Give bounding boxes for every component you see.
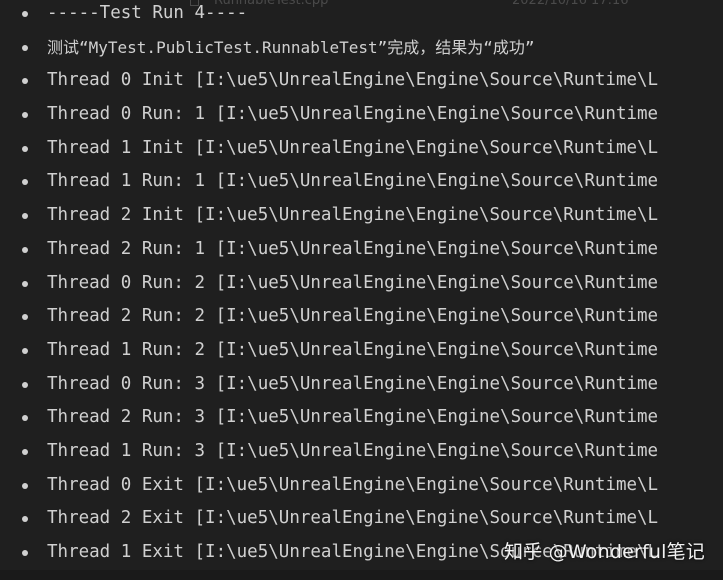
bullet-icon <box>22 381 28 388</box>
watermark: 知乎 @Wonderful笔记 <box>504 541 705 563</box>
log-line-text: Thread 2 Run: 3 [I:\ue5\UnrealEngine\Eng… <box>47 407 659 428</box>
log-line: 测试“MyTest.PublicTest.RunnableTest”完成，结果为… <box>0 31 723 65</box>
log-line: Thread 2 Run: 2 [I:\ue5\UnrealEngine\Eng… <box>0 300 723 334</box>
log-line-text: Thread 0 Init [I:\ue5\UnrealEngine\Engin… <box>47 70 659 91</box>
log-line-text: Thread 2 Exit [I:\ue5\UnrealEngine\Engin… <box>47 508 659 529</box>
log-line-text: Thread 0 Run: 3 [I:\ue5\UnrealEngine\Eng… <box>47 373 659 394</box>
bullet-icon <box>22 448 28 455</box>
log-line: Thread 1 Init [I:\ue5\UnrealEngine\Engin… <box>0 132 723 166</box>
log-line-text: Thread 1 Run: 3 [I:\ue5\UnrealEngine\Eng… <box>47 440 659 461</box>
log-line-text: Thread 0 Run: 2 [I:\ue5\UnrealEngine\Eng… <box>47 272 659 293</box>
log-line: Thread 2 Run: 3 [I:\ue5\UnrealEngine\Eng… <box>0 401 723 435</box>
log-list: -----Test Run 4---- 测试“MyTest.PublicTest… <box>0 0 723 570</box>
log-line: Thread 0 Init [I:\ue5\UnrealEngine\Engin… <box>0 64 723 98</box>
bullet-icon <box>22 516 28 523</box>
log-line: Thread 1 Run: 3 [I:\ue5\UnrealEngine\Eng… <box>0 435 723 469</box>
bullet-icon <box>22 550 28 556</box>
log-line-text: Thread 0 Run: 1 [I:\ue5\UnrealEngine\Eng… <box>47 104 659 125</box>
log-line-text: 测试“MyTest.PublicTest.RunnableTest”完成，结果为… <box>47 37 535 57</box>
log-line: Thread 2 Init [I:\ue5\UnrealEngine\Engin… <box>0 199 723 233</box>
log-line: Thread 2 Exit [I:\ue5\UnrealEngine\Engin… <box>0 502 723 536</box>
log-line-text: Thread 2 Run: 1 [I:\ue5\UnrealEngine\Eng… <box>47 238 659 259</box>
bullet-icon <box>22 112 28 119</box>
bullet-icon <box>22 415 28 422</box>
log-line-text: Thread 2 Run: 2 [I:\ue5\UnrealEngine\Eng… <box>47 306 659 327</box>
log-line: Thread 1 Run: 1 [I:\ue5\UnrealEngine\Eng… <box>0 165 723 199</box>
bullet-icon <box>22 145 28 152</box>
log-line-text: Thread 1 Run: 2 [I:\ue5\UnrealEngine\Eng… <box>47 339 659 360</box>
bullet-icon <box>22 179 28 186</box>
log-line-text: Thread 1 Run: 1 [I:\ue5\UnrealEngine\Eng… <box>47 171 659 192</box>
log-line-text: Thread 2 Init [I:\ue5\UnrealEngine\Engin… <box>47 205 659 226</box>
log-line: Thread 0 Run: 1 [I:\ue5\UnrealEngine\Eng… <box>0 98 723 132</box>
log-line: Thread 0 Run: 3 [I:\ue5\UnrealEngine\Eng… <box>0 368 723 402</box>
bottom-edge <box>0 570 723 580</box>
log-line: Thread 0 Run: 2 [I:\ue5\UnrealEngine\Eng… <box>0 267 723 301</box>
log-line: Thread 0 Exit [I:\ue5\UnrealEngine\Engin… <box>0 469 723 503</box>
bullet-icon <box>22 213 28 220</box>
bullet-icon <box>22 44 28 51</box>
log-line-text: Thread 1 Init [I:\ue5\UnrealEngine\Engin… <box>47 137 659 158</box>
bullet-icon <box>22 482 28 489</box>
log-line: -----Test Run 4---- <box>0 0 723 31</box>
bullet-icon <box>22 78 28 85</box>
bullet-icon <box>22 246 28 253</box>
bullet-icon <box>22 347 28 354</box>
bullet-icon <box>22 280 28 287</box>
log-line-text: -----Test Run 4---- <box>47 3 248 23</box>
bullet-icon <box>22 314 28 321</box>
bullet-icon <box>22 11 28 17</box>
output-log-panel: RunnableTest.cpp 2022/10/16 17:16 -----T… <box>0 0 723 580</box>
log-line: Thread 1 Run: 2 [I:\ue5\UnrealEngine\Eng… <box>0 334 723 368</box>
log-line-text: Thread 0 Exit [I:\ue5\UnrealEngine\Engin… <box>47 474 659 495</box>
log-line: Thread 2 Run: 1 [I:\ue5\UnrealEngine\Eng… <box>0 233 723 267</box>
